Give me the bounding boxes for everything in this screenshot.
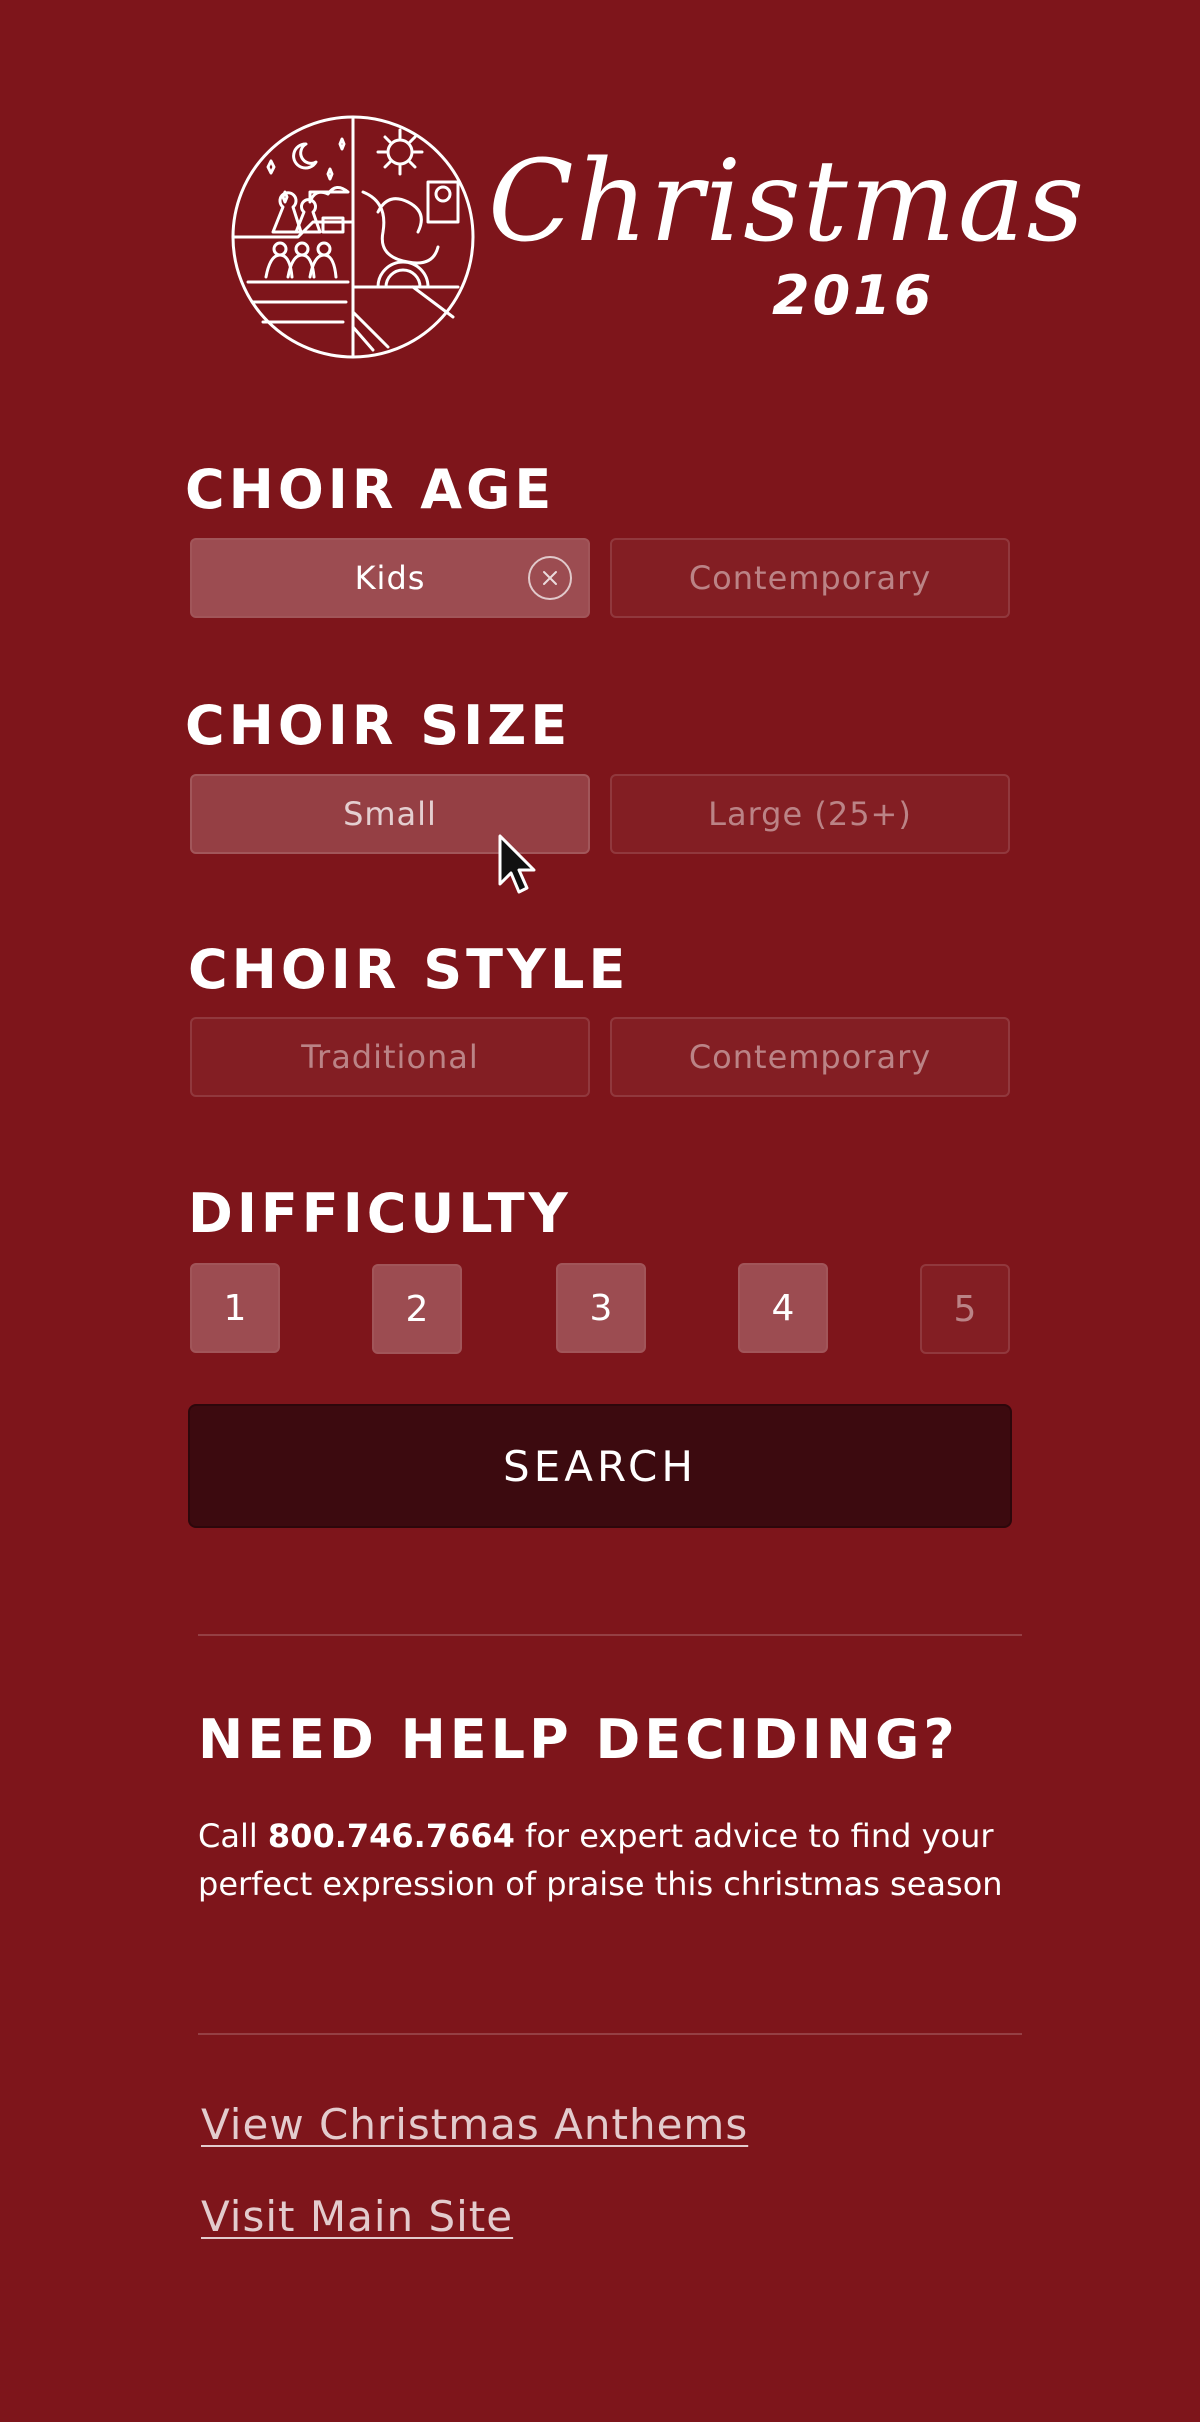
choir-style-heading: CHOIR STYLE [188,938,630,1001]
help-text-intro: Call [198,1817,268,1855]
difficulty-level-4[interactable]: 4 [738,1263,828,1353]
divider [198,2033,1022,2035]
difficulty-heading: DIFFICULTY [188,1182,572,1245]
christmas-2016-logo: Christmas 2016 [228,112,1084,362]
choir-style-option-contemporary[interactable]: Contemporary [610,1017,1010,1097]
difficulty-level-5[interactable]: 5 [920,1264,1010,1354]
choir-age-option-label: Kids [354,559,426,597]
view-christmas-anthems-link[interactable]: View Christmas Anthems [201,2100,748,2149]
logo-year: 2016 [772,264,935,327]
difficulty-level-1[interactable]: 1 [190,1263,280,1353]
difficulty-level-2[interactable]: 2 [372,1264,462,1354]
mouse-pointer-icon [498,834,536,894]
help-title: NEED HELP DECIDING? [198,1708,959,1771]
choir-size-option-large[interactable]: Large (25+) [610,774,1010,854]
divider [198,1634,1022,1636]
visit-main-site-link[interactable]: Visit Main Site [201,2192,513,2241]
choir-age-heading: CHOIR AGE [185,458,556,521]
choir-age-option-kids[interactable]: Kids [190,538,590,618]
choir-age-option-contemporary[interactable]: Contemporary [610,538,1010,618]
nativity-emblem-icon [231,115,475,359]
logo-wordmark: Christmas [488,137,1087,267]
choir-size-heading: CHOIR SIZE [185,694,572,757]
choir-style-option-traditional[interactable]: Traditional [190,1017,590,1097]
help-phone-number: 800.746.7664 [267,1817,515,1855]
close-circle-icon[interactable] [528,556,572,600]
help-text: Call 800.746.7664 for expert advice to f… [198,1812,1018,1908]
search-button[interactable]: SEARCH [188,1404,1012,1528]
difficulty-level-3[interactable]: 3 [556,1263,646,1353]
page: Christmas 2016 CHOIR AGE Kids Contempora… [0,0,1200,2422]
